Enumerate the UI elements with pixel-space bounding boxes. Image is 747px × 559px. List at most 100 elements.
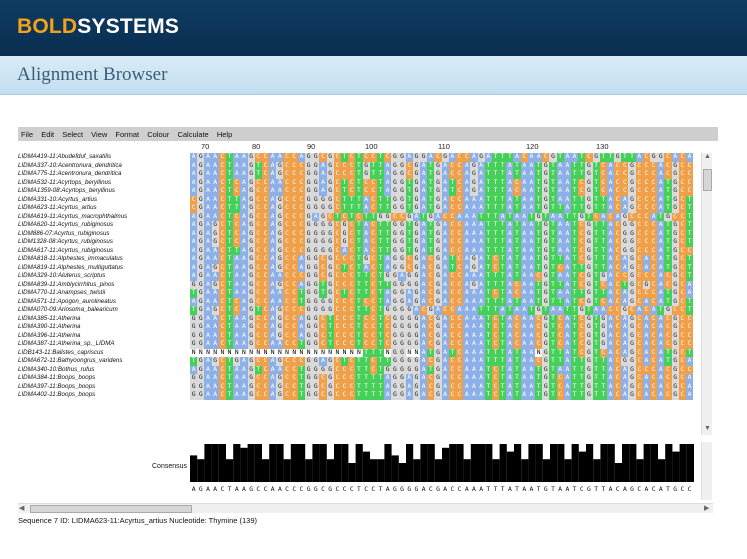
nucleotide-cell[interactable]: A	[441, 263, 449, 272]
nucleotide-cell[interactable]: C	[535, 340, 543, 349]
nucleotide-cell[interactable]: A	[240, 297, 248, 306]
nucleotide-cell[interactable]: G	[247, 374, 255, 383]
nucleotide-cell[interactable]: C	[290, 229, 298, 238]
nucleotide-cell[interactable]: G	[398, 263, 406, 272]
nucleotide-cell[interactable]: A	[621, 391, 629, 400]
nucleotide-cell[interactable]: A	[204, 272, 212, 281]
nucleotide-cell[interactable]: A	[657, 272, 665, 281]
sequence-name[interactable]: LIDM886-07:Acyrtus_rubiginosus	[18, 230, 188, 239]
nucleotide-cell[interactable]: T	[225, 297, 234, 306]
nucleotide-cell[interactable]: G	[312, 289, 320, 298]
nucleotide-cell[interactable]: A	[204, 238, 212, 247]
nucleotide-cell[interactable]: C	[348, 365, 356, 374]
nucleotide-cell[interactable]: C	[254, 229, 262, 238]
nucleotide-cell[interactable]: A	[441, 331, 449, 340]
nucleotide-cell[interactable]: C	[635, 187, 643, 196]
nucleotide-cell[interactable]: T	[355, 365, 363, 374]
nucleotide-cell[interactable]: C	[455, 297, 464, 306]
nucleotide-cell[interactable]: A	[506, 263, 514, 272]
nucleotide-cell[interactable]: T	[369, 374, 377, 383]
nucleotide-cell[interactable]: A	[204, 365, 212, 374]
nucleotide-cell[interactable]: A	[441, 178, 449, 187]
nucleotide-cell[interactable]: C	[233, 229, 241, 238]
nucleotide-cell[interactable]: C	[556, 314, 564, 323]
nucleotide-cell[interactable]: T	[570, 272, 579, 281]
nucleotide-cell[interactable]: G	[340, 221, 349, 230]
nucleotide-cell[interactable]: C	[362, 297, 370, 306]
nucleotide-cell[interactable]: C	[297, 212, 305, 221]
nucleotide-cell[interactable]: G	[276, 263, 284, 272]
nucleotide-cell[interactable]: G	[326, 195, 334, 204]
nucleotide-cell[interactable]: C	[678, 340, 686, 349]
nucleotide-cell[interactable]: T	[556, 280, 564, 289]
nucleotide-cell[interactable]: C	[427, 391, 435, 400]
nucleotide-cell[interactable]: G	[391, 221, 399, 230]
nucleotide-cell[interactable]: G	[628, 331, 636, 340]
nucleotide-cell[interactable]: A	[499, 306, 507, 315]
nucleotide-cell[interactable]: G	[585, 229, 593, 238]
nucleotide-cell[interactable]: T	[499, 365, 507, 374]
nucleotide-cell[interactable]: T	[570, 195, 579, 204]
nucleotide-cell[interactable]: G	[671, 365, 679, 374]
nucleotide-cell[interactable]: G	[621, 212, 629, 221]
nucleotide-cell[interactable]: T	[556, 255, 564, 264]
nucleotide-cell[interactable]: A	[520, 323, 528, 332]
nucleotide-cell[interactable]: C	[261, 229, 270, 238]
nucleotide-cell[interactable]: A	[233, 153, 241, 162]
nucleotide-cell[interactable]: A	[621, 331, 629, 340]
nucleotide-cell[interactable]: T	[578, 391, 586, 400]
nucleotide-cell[interactable]: N	[412, 348, 420, 357]
nucleotide-cell[interactable]: A	[269, 263, 277, 272]
nucleotide-cell[interactable]: C	[614, 221, 622, 230]
nucleotide-cell[interactable]: T	[340, 178, 349, 187]
nucleotide-cell[interactable]: T	[685, 195, 694, 204]
nucleotide-cell[interactable]: T	[319, 280, 327, 289]
nucleotide-cell[interactable]: C	[650, 323, 658, 332]
nucleotide-cell[interactable]: A	[269, 340, 277, 349]
nucleotide-cell[interactable]: C	[642, 153, 650, 162]
nucleotide-cell[interactable]: C	[283, 340, 291, 349]
nucleotide-cell[interactable]: A	[563, 391, 571, 400]
nucleotide-cell[interactable]: A	[204, 331, 212, 340]
nucleotide-cell[interactable]: A	[556, 170, 564, 179]
nucleotide-cell[interactable]: T	[535, 195, 543, 204]
nucleotide-cell[interactable]: C	[190, 204, 198, 213]
nucleotide-cell[interactable]: A	[527, 187, 535, 196]
nucleotide-cell[interactable]: A	[297, 263, 305, 272]
nucleotide-cell[interactable]: G	[326, 153, 334, 162]
nucleotide-cell[interactable]: A	[240, 314, 248, 323]
menu-colour[interactable]: Colour	[144, 127, 172, 139]
nucleotide-cell[interactable]: G	[247, 391, 255, 400]
nucleotide-cell[interactable]: T	[491, 161, 500, 170]
nucleotide-cell[interactable]: C	[319, 263, 327, 272]
nucleotide-cell[interactable]: A	[520, 187, 528, 196]
nucleotide-cell[interactable]: C	[642, 212, 650, 221]
nucleotide-cell[interactable]: T	[384, 229, 392, 238]
nucleotide-cell[interactable]: A	[527, 229, 535, 238]
nucleotide-cell[interactable]: C	[348, 280, 356, 289]
nucleotide-cell[interactable]: A	[384, 391, 392, 400]
nucleotide-cell[interactable]: C	[283, 323, 291, 332]
nucleotide-cell[interactable]: C	[650, 365, 658, 374]
nucleotide-cell[interactable]: C	[348, 229, 356, 238]
nucleotide-cell[interactable]: C	[384, 331, 392, 340]
nucleotide-cell[interactable]: C	[369, 306, 377, 315]
nucleotide-cell[interactable]: T	[513, 382, 521, 391]
nucleotide-cell[interactable]: A	[463, 280, 471, 289]
nucleotide-cell[interactable]: A	[276, 178, 284, 187]
nucleotide-cell[interactable]: T	[664, 187, 672, 196]
nucleotide-cell[interactable]: A	[441, 297, 449, 306]
nucleotide-cell[interactable]: C	[283, 314, 291, 323]
nucleotide-cell[interactable]: C	[290, 170, 298, 179]
nucleotide-cell[interactable]: A	[276, 272, 284, 281]
nucleotide-cell[interactable]: G	[197, 170, 205, 179]
nucleotide-cell[interactable]: A	[240, 195, 248, 204]
scroll-right-icon[interactable]: ▶	[704, 504, 709, 512]
sequence-row[interactable]: AGAACTCAGCCAACCCGGAGCTCTCCTAGGTGATGATCAG…	[190, 187, 698, 196]
nucleotide-cell[interactable]: C	[362, 340, 370, 349]
nucleotide-cell[interactable]: C	[614, 374, 622, 383]
nucleotide-cell[interactable]: T	[448, 263, 456, 272]
nucleotide-cell[interactable]: T	[513, 221, 521, 230]
nucleotide-cell[interactable]: C	[650, 348, 658, 357]
nucleotide-cell[interactable]: T	[376, 246, 385, 255]
